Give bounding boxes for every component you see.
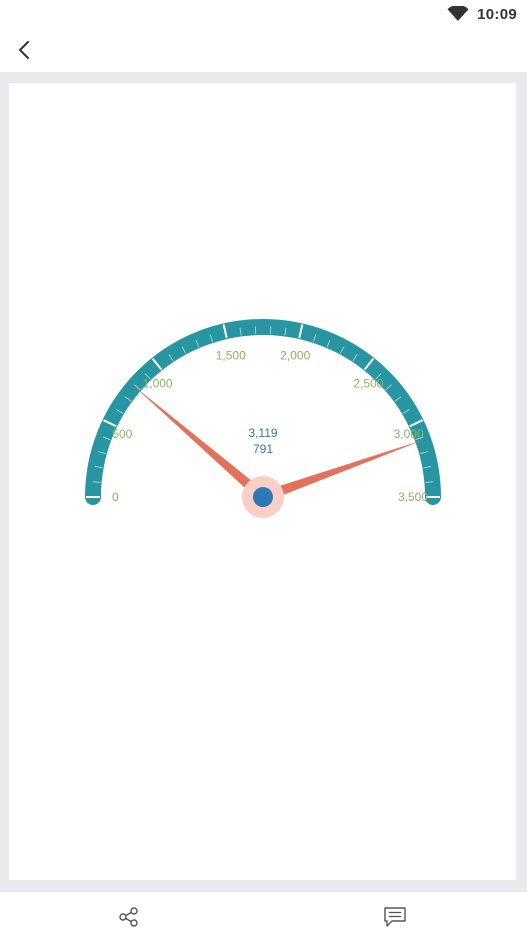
wifi-icon — [447, 6, 469, 21]
tick-label: 1,500 — [216, 349, 246, 363]
back-arrow-icon — [19, 41, 29, 59]
minor-tick — [425, 481, 434, 483]
share-icon — [119, 907, 138, 927]
tick-label: 2,000 — [280, 349, 310, 363]
tick-label: 2,500 — [353, 377, 383, 391]
gauge-card: 0 500 1,000 1,500 2,000 2,500 3,000 3,500 3,119… — [9, 83, 516, 880]
bottom-bar — [0, 892, 527, 939]
readout-secondary: 791 — [253, 442, 273, 456]
gauge-needle — [132, 384, 267, 502]
app-bar — [0, 28, 527, 72]
comment-icon — [384, 907, 406, 927]
readout-primary: 3,119 — [248, 426, 277, 440]
comment-button[interactable] — [380, 902, 410, 932]
gauge-chart: 0 500 1,000 1,500 2,000 2,500 3,000 3,500 3,119… — [85, 319, 441, 518]
gauge-band — [85, 319, 441, 505]
minor-tick — [92, 481, 101, 483]
status-bar: 10:09 — [0, 0, 527, 28]
tick-label: 0 — [112, 490, 119, 504]
back-button[interactable] — [6, 32, 42, 68]
share-button[interactable] — [114, 902, 144, 932]
tick-label: 3,000 — [394, 427, 424, 441]
needle-pivot — [253, 487, 273, 507]
tick-label: 1,000 — [143, 377, 173, 391]
tick-label: 500 — [112, 427, 132, 441]
tick-label: 3,500 — [398, 490, 428, 504]
status-time: 10:09 — [477, 5, 517, 23]
